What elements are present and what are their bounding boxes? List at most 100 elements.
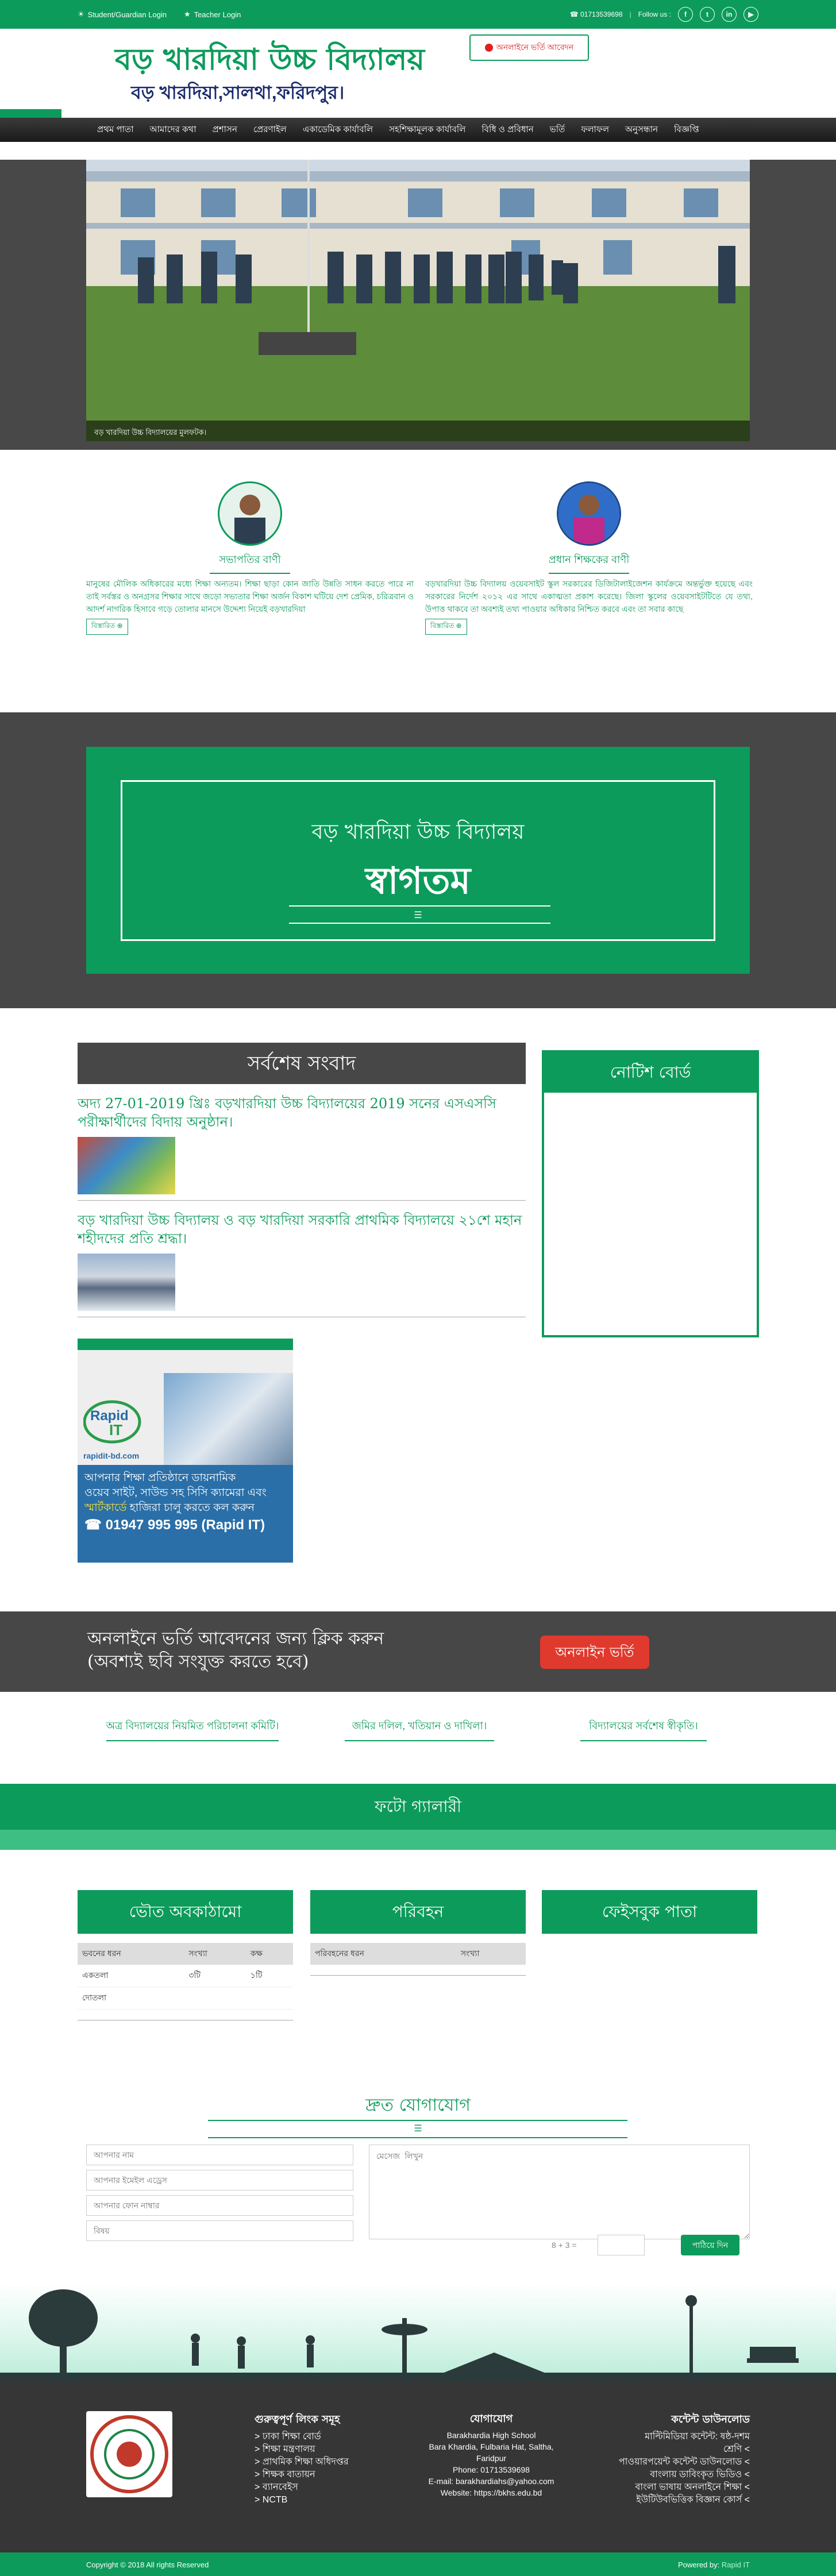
nav-item-notice[interactable]: বিজ্ঞপ্তি <box>666 123 707 137</box>
content-download: কন্টেন্ট ডাউনলোড মাল্টিমিডিয়া কন্টেন্ট:… <box>586 2413 750 2506</box>
youtube-icon[interactable]: ▶ <box>743 7 758 22</box>
ad-website: rapidit-bd.com <box>83 1451 140 1460</box>
book-icon: ☰ <box>414 911 422 920</box>
news-panel: সর্বশেষ সংবাদ অদ্য 27-01-2019 খ্রিঃ বড়খ… <box>78 1043 526 1317</box>
news-item[interactable]: অদ্য 27-01-2019 খ্রিঃ বড়খারদিয়া উচ্চ ব… <box>78 1094 526 1201</box>
table-row: একতলা ৩টি ১টি <box>78 1965 293 1987</box>
powered-by-link[interactable]: Rapid IT <box>722 2560 750 2569</box>
send-button[interactable]: পাঠিয়ে দিন <box>681 2235 739 2255</box>
welcome-section: বড় খারদিয়া উচ্চ বিদ্যালয় স্বাগতম ☰ <box>0 712 836 1008</box>
footer-website-link[interactable]: Website: https://bkhs.edu.bd <box>419 2487 563 2498</box>
title-underline <box>210 573 290 574</box>
chairman-message: সভাপতির বাণী মানুষের মৌলিক অধিকারের মধ্য… <box>86 481 414 635</box>
nav-item-academic[interactable]: একাডেমিক কার্যাবলি <box>295 123 381 137</box>
top-bar: ☀ Student/Guardian Login ★ Teacher Login ☎… <box>0 0 836 29</box>
rapid-it-ad[interactable]: Rapid IT rapidit-bd.com আপনার শিক্ষা প্র… <box>78 1339 293 1563</box>
download-link[interactable]: মাল্টিমিডিয়া কন্টেন্ট: ষষ্ঠ-দশম <box>586 2431 750 2443</box>
powered-by: Powered by: Rapid IT <box>677 2560 750 2569</box>
ad-photo <box>164 1373 293 1476</box>
captcha-input[interactable] <box>598 2235 645 2255</box>
notice-board: নোটিশ বোর্ড <box>542 1050 759 1337</box>
ad-phone: ☎ 01947 995 995 (Rapid IT) <box>84 1517 265 1533</box>
footer-contact: যোগাযোগ Barakhardia High School Bara Kha… <box>419 2413 563 2498</box>
footer-link[interactable]: > NCTB <box>255 2494 349 2506</box>
copyright-text: Copyright © 2018 All rights Reserved <box>86 2560 209 2569</box>
download-link[interactable]: বাংলায় ডাবিংকৃত ভিডিও < <box>586 2469 750 2481</box>
facebook-heading: ফেইসবুক পাতা <box>542 1890 757 1934</box>
title-underline <box>549 573 629 574</box>
nav-item-search[interactable]: অনুসন্ধান <box>617 123 666 137</box>
twitter-icon[interactable]: t <box>700 7 715 22</box>
divider <box>78 1200 526 1201</box>
student-login-link[interactable]: ☀ Student/Guardian Login <box>78 10 167 19</box>
school-building-photo <box>86 160 750 441</box>
recognition-link[interactable]: বিদ্যালয়ের সর্বশেষ স্বীকৃতি। <box>575 1718 712 1741</box>
notice-board-heading: নোটিশ বোর্ড <box>544 1052 757 1093</box>
linkedin-icon[interactable]: in <box>722 7 737 22</box>
headmaster-message: প্রধান শিক্ষকের বাণী বড়খারদিয়া উচ্চ বি… <box>425 481 753 635</box>
news-heading: সর্বশেষ সংবাদ <box>78 1043 526 1084</box>
park-silhouette <box>0 2289 836 2381</box>
nav-item-about[interactable]: আমাদের কথা <box>142 123 205 137</box>
headmaster-text: বড়খারদিয়া উচ্চ বিদ্যালয় ওয়েবসাইট স্ক… <box>425 579 753 614</box>
school-name[interactable]: বড় খারদিয়া উচ্চ বিদ্যালয় <box>115 44 425 76</box>
slider-image[interactable]: বড় খারদিয়া উচ্চ বিদ্যালয়ের মুলফটক। <box>86 160 750 441</box>
download-link[interactable]: শ্রেণি < <box>586 2443 750 2456</box>
phone-icon: ☎ <box>569 10 579 18</box>
email-input[interactable] <box>86 2170 353 2191</box>
footer-link[interactable]: > ব্যানবেইস <box>255 2481 349 2494</box>
transport-table: পরিবহনের ধরন সংখ্যা <box>310 1943 526 1965</box>
welcome-school-name: বড় খারদিয়া উচ্চ বিদ্যালয় <box>311 820 525 844</box>
chairman-title: সভাপতির বাণী <box>219 554 281 565</box>
messages-section: সভাপতির বাণী মানুষের মৌলিক অধিকারের মধ্য… <box>0 471 836 712</box>
decorative-silhouette <box>0 2284 836 2381</box>
nav-item-home[interactable]: প্রথম পাতা <box>89 123 142 137</box>
nav-item-profile[interactable]: প্রেরণাইল <box>245 123 295 137</box>
facebook-icon[interactable]: f <box>678 7 693 22</box>
land-docs-link[interactable]: জমির দলিল, খতিয়ান ও দাখিলা। <box>336 1718 503 1741</box>
news-thumbnail[interactable] <box>78 1254 175 1311</box>
subject-input[interactable] <box>86 2220 353 2241</box>
footer-link[interactable]: > ঢাকা শিক্ষা বোর্ড <box>255 2431 349 2443</box>
message-textarea[interactable] <box>369 2145 750 2239</box>
footer-link[interactable]: > শিক্ষা মন্ত্রণালয় <box>255 2443 349 2456</box>
news-thumbnail[interactable] <box>78 1137 175 1194</box>
chairman-photo <box>218 481 282 546</box>
gallery-strip <box>0 1830 836 1850</box>
table-row: দোতলা <box>78 1987 293 2010</box>
transport-heading: পরিবহন <box>310 1890 526 1934</box>
footer-link[interactable]: > শিক্ষক বাতায়ন <box>255 2469 349 2481</box>
phone-number: ☎ 01713539698 <box>569 10 623 18</box>
news-item[interactable]: বড় খারদিয়া উচ্চ বিদ্যালয় ও বড় খারদিয… <box>78 1211 526 1317</box>
nav-item-results[interactable]: ফলাফল <box>573 123 617 137</box>
download-link[interactable]: পাওয়ারপয়েন্ট কন্টেন্ট ডাউনলোড < <box>586 2456 750 2469</box>
download-link[interactable]: ইউটিউবভিত্তিক বিজ্ঞান কোর্স < <box>586 2494 750 2506</box>
teacher-login-link[interactable]: ★ Teacher Login <box>184 10 241 19</box>
important-links: গুরুত্বপূর্ণ লিংক সমূহ > ঢাকা শিক্ষা বোর… <box>255 2413 349 2506</box>
download-link[interactable]: বাংলা ভাষায় অনলাইনে শিক্ষা < <box>586 2481 750 2494</box>
site-header: বড় খারদিয়া উচ্চ বিদ্যালয় বড় খারদিয়া… <box>0 29 836 121</box>
nav-item-admin[interactable]: প্রশাসন <box>205 123 245 137</box>
nav-item-rules[interactable]: বিধি ও প্রবিধান <box>473 123 541 137</box>
online-admission-button[interactable]: অনলাইন ভর্তি <box>540 1636 649 1669</box>
copyright-bar: Copyright © 2018 All rights Reserved Pow… <box>0 2552 836 2576</box>
footer-link[interactable]: > প্রাথমিক শিক্ষা অধিদপ্তর <box>255 2456 349 2469</box>
name-input[interactable] <box>86 2145 353 2165</box>
book-icon: ☰ <box>414 2124 422 2134</box>
news-title[interactable]: অদ্য 27-01-2019 খ্রিঃ বড়খারদিয়া উচ্চ ব… <box>78 1094 526 1131</box>
nav-item-cocurricular[interactable]: সহশিক্ষামূলক কার্যাবলি <box>381 123 473 137</box>
student-login-icon: ☀ <box>78 10 84 18</box>
committee-link[interactable]: অত্র বিদ্যালয়ের নিয়মিত পরিচালনা কমিটি। <box>95 1718 290 1741</box>
chairman-more-button[interactable]: বিস্তারিত ⊕ <box>86 619 128 635</box>
news-title[interactable]: বড় খারদিয়া উচ্চ বিদ্যালয় ও বড় খারদিয… <box>78 1211 526 1248</box>
headmaster-title: প্রধান শিক্ষকের বাণী <box>548 554 630 565</box>
transport-panel: পরিবহন পরিবহনের ধরন সংখ্যা <box>310 1890 526 1976</box>
headmaster-more-button[interactable]: বিস্তারিত ⊕ <box>425 619 467 635</box>
online-admission-section: অনলাইনে ভর্তি আবেদনের জন্য ক্লিক করুন (অ… <box>0 1611 836 1692</box>
nav-item-admission[interactable]: ভর্তি <box>542 123 573 137</box>
school-address: বড় খারদিয়া,সালথা,ফরিদপুর। <box>131 82 345 103</box>
phone-input[interactable] <box>86 2195 353 2216</box>
infrastructure-heading: ভৌত অবকাঠামো <box>78 1890 293 1934</box>
photo-gallery-heading: ফটো গ্যালারী <box>0 1784 836 1830</box>
admission-badge[interactable]: অনলাইনে ভর্তি আবেদন <box>469 34 589 61</box>
